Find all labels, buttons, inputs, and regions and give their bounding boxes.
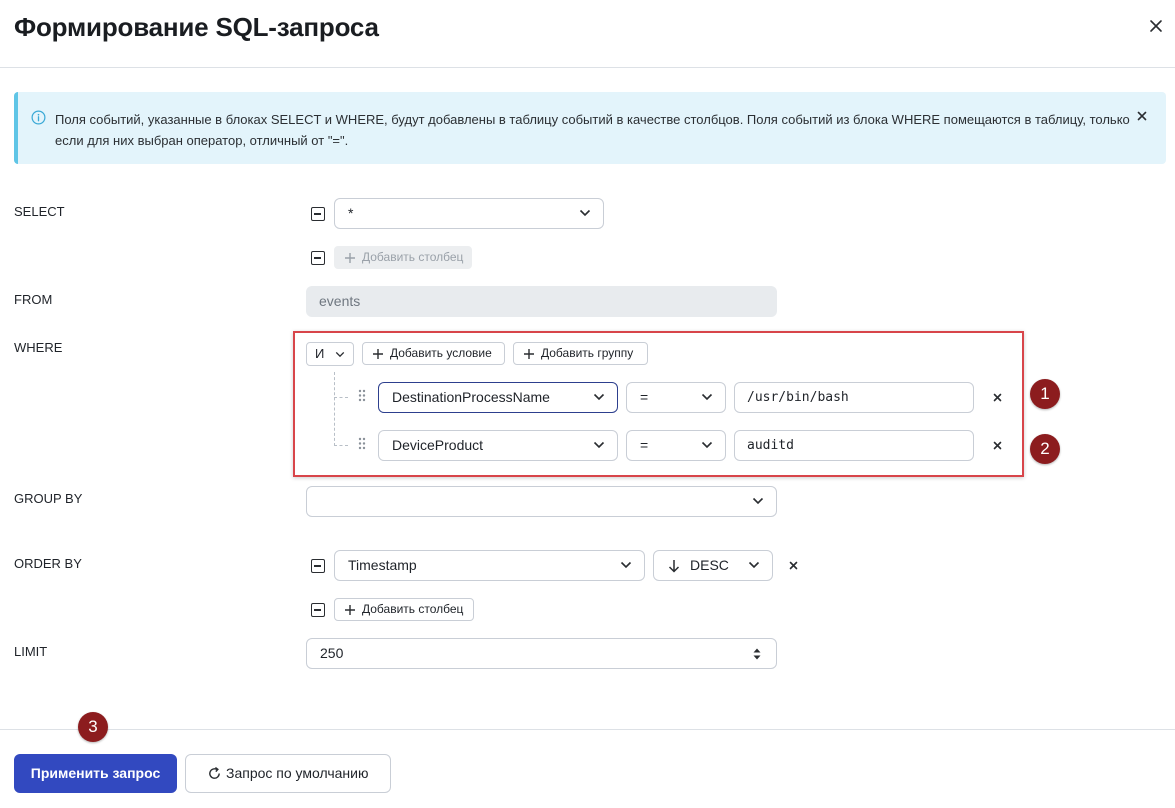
- plus-icon: [345, 605, 355, 615]
- condition-field-value: DestinationProcessName: [392, 389, 550, 405]
- where-logic-value: И: [315, 346, 325, 361]
- add-group-label: Добавить группу: [541, 346, 634, 360]
- default-query-label: Запрос по умолчанию: [226, 765, 369, 781]
- select-column-value: *: [348, 205, 354, 221]
- chevron-down-icon: [748, 561, 760, 569]
- group-by-label: GROUP BY: [14, 491, 83, 506]
- footer-divider: [0, 729, 1175, 730]
- arrow-down-icon: [668, 560, 680, 573]
- condition-field-dropdown[interactable]: DeviceProduct: [378, 430, 618, 461]
- apply-query-button[interactable]: Применить запрос: [14, 754, 177, 793]
- info-icon: [31, 110, 46, 125]
- select-label: SELECT: [14, 204, 65, 219]
- condition-value-input[interactable]: auditd: [734, 430, 974, 461]
- condition-operator-value: =: [640, 437, 649, 453]
- limit-number-input[interactable]: 250: [306, 638, 777, 669]
- drag-handle-icon[interactable]: [358, 437, 366, 450]
- remove-order-icon[interactable]: [789, 561, 798, 570]
- chevron-down-icon: [752, 497, 764, 505]
- condition-operator-dropdown[interactable]: =: [626, 382, 726, 413]
- chevron-down-icon: [620, 561, 632, 569]
- chevron-down-icon: [579, 209, 591, 217]
- dialog-title: Формирование SQL-запроса: [14, 12, 379, 42]
- where-label: WHERE: [14, 340, 63, 355]
- where-logic-dropdown[interactable]: И: [306, 342, 354, 366]
- add-condition-button[interactable]: Добавить условие: [362, 342, 505, 365]
- select-column-dropdown[interactable]: *: [334, 198, 604, 229]
- plus-icon: [524, 349, 534, 359]
- tree-connector: [334, 397, 348, 398]
- callout-badge: 3: [78, 712, 108, 742]
- select-add-column-label: Добавить столбец: [362, 250, 464, 264]
- default-query-button[interactable]: Запрос по умолчанию: [185, 754, 391, 793]
- remove-condition-icon[interactable]: [993, 393, 1002, 402]
- close-icon[interactable]: [1147, 17, 1165, 35]
- plus-icon: [345, 253, 355, 263]
- info-banner-text: Поля событий, указанные в блоках SELECT …: [55, 112, 1130, 148]
- order-by-direction-value: DESC: [690, 557, 729, 573]
- callout-badge: 1: [1030, 379, 1060, 409]
- refresh-icon: [209, 766, 220, 779]
- condition-field-value: DeviceProduct: [392, 437, 484, 453]
- group-by-dropdown[interactable]: [306, 486, 777, 517]
- order-by-label: ORDER BY: [14, 556, 82, 571]
- chevron-down-icon: [335, 351, 345, 358]
- condition-field-dropdown[interactable]: DestinationProcessName: [378, 382, 618, 413]
- condition-operator-dropdown[interactable]: =: [626, 430, 726, 461]
- drag-handle-icon[interactable]: [358, 389, 366, 402]
- order-by-field-dropdown[interactable]: Timestamp: [334, 550, 645, 581]
- order-by-remove-column-button[interactable]: [311, 559, 325, 573]
- select-add-column-button[interactable]: Добавить столбец: [334, 246, 472, 269]
- remove-condition-icon[interactable]: [993, 441, 1002, 450]
- condition-value-input[interactable]: /usr/bin/bash: [734, 382, 974, 413]
- order-by-collapse-button[interactable]: [311, 603, 325, 617]
- banner-close-icon[interactable]: [1136, 110, 1148, 122]
- order-by-add-column-button[interactable]: Добавить столбец: [334, 598, 474, 621]
- chevron-down-icon: [593, 441, 605, 449]
- limit-label: LIMIT: [14, 644, 48, 659]
- add-condition-label: Добавить условие: [390, 346, 492, 360]
- limit-value: 250: [320, 645, 344, 661]
- tree-connector: [334, 372, 335, 446]
- stepper-arrows-icon[interactable]: [752, 647, 762, 661]
- chevron-down-icon: [701, 393, 713, 401]
- select-collapse-button[interactable]: [311, 251, 325, 265]
- chevron-down-icon: [701, 441, 713, 449]
- order-by-add-column-label: Добавить столбец: [362, 602, 464, 616]
- from-input: events: [306, 286, 777, 317]
- from-label: FROM: [14, 292, 53, 307]
- tree-connector: [334, 445, 348, 446]
- callout-badge: 2: [1030, 434, 1060, 464]
- select-remove-column-button[interactable]: [311, 207, 325, 221]
- chevron-down-icon: [593, 393, 605, 401]
- add-group-button[interactable]: Добавить группу: [513, 342, 648, 365]
- order-by-field-value: Timestamp: [348, 557, 417, 573]
- plus-icon: [373, 349, 383, 359]
- order-by-direction-dropdown[interactable]: DESC: [653, 550, 773, 581]
- header-divider: [0, 67, 1175, 68]
- condition-operator-value: =: [640, 389, 649, 405]
